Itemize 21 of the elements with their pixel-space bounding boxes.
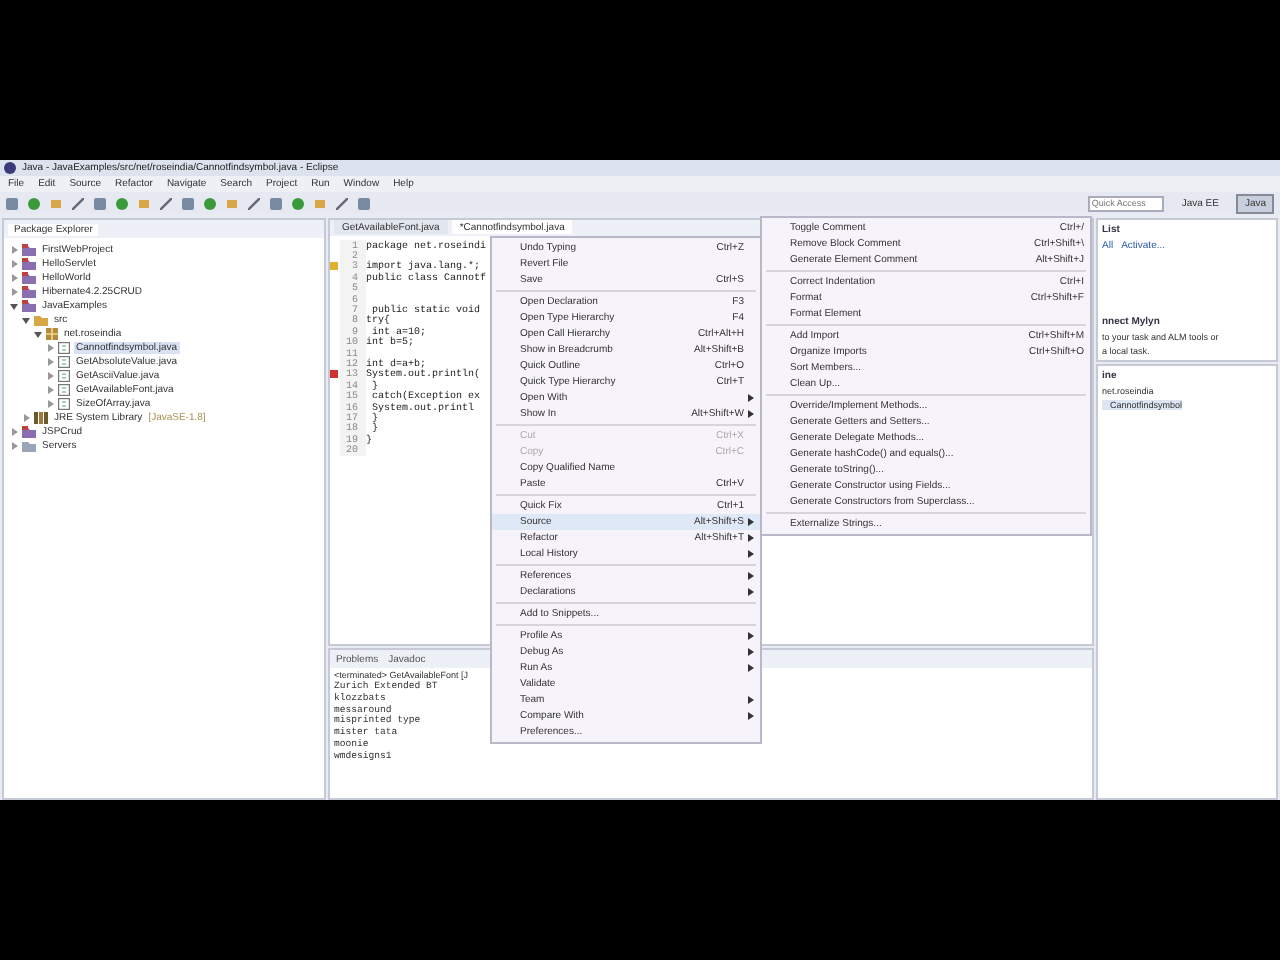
collapse-arrow-icon[interactable] (34, 329, 42, 337)
expand-arrow-icon[interactable] (46, 343, 54, 351)
collapse-arrow-icon[interactable] (22, 315, 30, 323)
expand-arrow-icon[interactable] (10, 273, 18, 281)
expand-arrow-icon[interactable] (10, 427, 18, 435)
expand-arrow-icon[interactable] (10, 287, 18, 295)
library-icon (34, 411, 48, 423)
collapse-arrow-icon[interactable] (10, 301, 18, 309)
expand-arrow-icon[interactable] (10, 245, 18, 253)
expand-arrow-icon[interactable] (46, 399, 54, 407)
project-folder-icon (22, 425, 36, 437)
server-folder-icon (22, 439, 36, 451)
app-icon (4, 162, 16, 174)
expand-arrow-icon[interactable] (46, 357, 54, 365)
expand-arrow-icon[interactable] (46, 385, 54, 393)
expand-arrow-icon[interactable] (10, 441, 18, 449)
expand-arrow-icon[interactable] (10, 259, 18, 267)
expand-arrow-icon[interactable] (22, 413, 30, 421)
package-icon (46, 327, 58, 339)
expand-arrow-icon[interactable] (46, 371, 54, 379)
folder-icon (34, 313, 48, 325)
